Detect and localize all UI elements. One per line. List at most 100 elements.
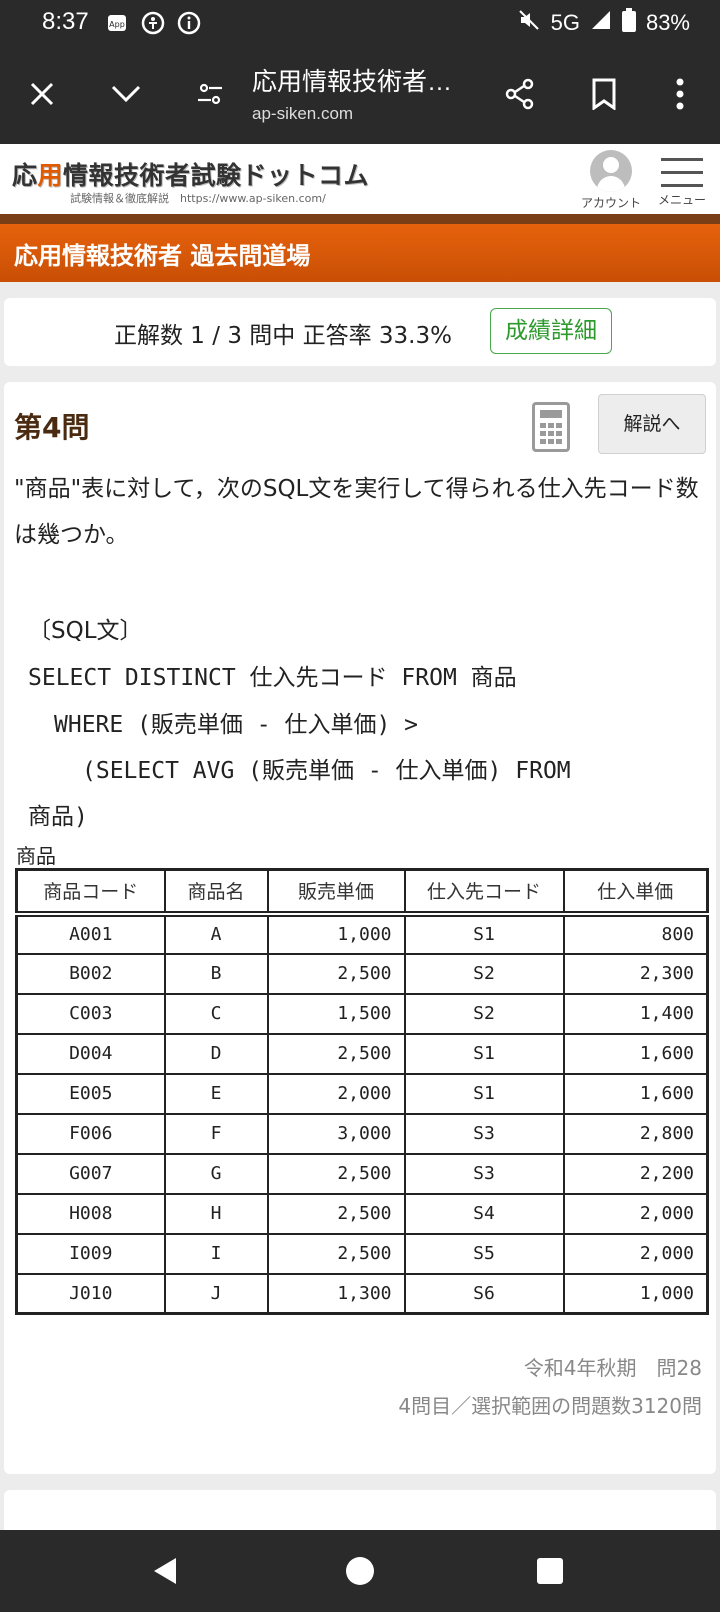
- table-cell: S2: [403, 952, 565, 995]
- info-icon: [176, 10, 202, 36]
- question-range: 4問目／選択範囲の問題数3120問: [398, 1394, 702, 1418]
- more-icon: [676, 78, 684, 110]
- site-logo[interactable]: 応用情報技術者試験ドットコム: [12, 156, 369, 192]
- table-cell: S6: [403, 1272, 565, 1315]
- section-banner[interactable]: 応用情報技術者 過去問道場: [0, 224, 720, 282]
- table-cell: 1,400: [562, 992, 709, 1035]
- site-logo-subtitle: 試験情報＆徹底解説 https://www.ap-siken.com/: [70, 192, 326, 205]
- table-cell: G007: [15, 1152, 166, 1195]
- recents-button[interactable]: [525, 1546, 575, 1596]
- question-text: "商品"表に対して，次のSQL文を実行して得られる仕入先コード数は幾つか。: [14, 476, 699, 548]
- table-cell: H: [163, 1192, 269, 1235]
- table-cell: A: [163, 912, 269, 955]
- menu-button[interactable]: メニュー: [656, 154, 708, 208]
- table-cell: S5: [403, 1232, 565, 1275]
- table-cell: 2,500: [266, 1152, 406, 1195]
- site-header: 応用情報技術者試験ドットコム 試験情報＆徹底解説 https://www.ap-…: [0, 144, 720, 214]
- menu-label: メニュー: [657, 193, 706, 207]
- app-notification-icon: App: [104, 10, 130, 36]
- more-options-button[interactable]: [658, 72, 702, 116]
- table-row: J010 J 1,300 S6 1,000: [15, 1272, 709, 1315]
- question-card: 第4問 解説へ "商品"表に対して，次のSQL文を実行して得られる仕入先コード数…: [4, 382, 716, 1474]
- table-cell: 2,500: [266, 1232, 406, 1275]
- table-cell: C: [163, 992, 269, 1035]
- recents-icon: [537, 1558, 563, 1584]
- table-cell: 2,300: [562, 952, 709, 995]
- status-bar: 8:37 App 5G 83%: [0, 0, 720, 46]
- score-summary: 正解数 1 / 3 問中 正答率 33.3%: [114, 323, 452, 349]
- table-cell: 2,000: [562, 1232, 709, 1275]
- bookmark-button[interactable]: [582, 72, 626, 116]
- table-cell: 2,500: [266, 952, 406, 995]
- table-cell: 1,000: [562, 1272, 709, 1315]
- bookmark-icon: [592, 78, 616, 110]
- browser-toolbar: 応用情報技術者… ap-siken.com: [0, 46, 720, 144]
- hamburger-icon: [661, 158, 703, 187]
- table-cell: I009: [15, 1232, 166, 1275]
- table-row: A001 A 1,000 S1 800: [15, 912, 709, 955]
- question-number: 第4問: [14, 411, 90, 444]
- share-button[interactable]: [498, 72, 542, 116]
- table-cell: 2,000: [266, 1072, 406, 1115]
- table-cell: E: [163, 1072, 269, 1115]
- svg-text:App: App: [109, 20, 125, 29]
- column-header: 仕入単価: [562, 868, 709, 915]
- explanation-button[interactable]: 解説へ: [598, 394, 706, 454]
- score-card: 正解数 1 / 3 問中 正答率 33.3% 成績詳細: [4, 298, 716, 366]
- table-cell: S3: [403, 1112, 565, 1155]
- table-row: C003 C 1,500 S2 1,400: [15, 992, 709, 1035]
- next-card: [4, 1490, 716, 1530]
- table-cell: D: [163, 1032, 269, 1075]
- back-button[interactable]: [140, 1546, 190, 1596]
- column-header: 仕入先コード: [403, 868, 565, 915]
- battery-icon: [621, 8, 636, 38]
- table-cell: S1: [403, 912, 565, 955]
- battery-level: 83%: [645, 10, 690, 35]
- table-cell: 2,500: [266, 1032, 406, 1075]
- close-tab-button[interactable]: [20, 72, 64, 116]
- close-icon: [30, 82, 54, 106]
- tune-icon: [198, 83, 222, 105]
- table-cell: A001: [15, 912, 166, 955]
- table-cell: 1,600: [562, 1032, 709, 1075]
- table-cell: C003: [15, 992, 166, 1035]
- header-divider: [0, 214, 720, 224]
- table-row: B002 B 2,500 S2 2,300: [15, 952, 709, 995]
- site-settings-button[interactable]: [188, 72, 232, 116]
- table-cell: S4: [403, 1192, 565, 1235]
- table-cell: S2: [403, 992, 565, 1035]
- account-button[interactable]: アカウント: [580, 150, 642, 211]
- table-row: G007 G 2,500 S3 2,200: [15, 1152, 709, 1195]
- network-label: 5G: [550, 10, 580, 35]
- table-row: I009 I 2,500 S5 2,000: [15, 1232, 709, 1275]
- page-url[interactable]: ap-siken.com: [252, 104, 353, 124]
- sql-line: SELECT DISTINCT 仕入先コード FROM 商品: [28, 665, 517, 691]
- table-cell: 1,500: [266, 992, 406, 1035]
- table-cell: 2,000: [562, 1192, 709, 1235]
- table-cell: 2,500: [266, 1192, 406, 1235]
- signal-icon: [590, 9, 612, 37]
- sql-line: (SELECT AVG (販売単価 - 仕入単価) FROM: [82, 758, 571, 784]
- minimize-button[interactable]: [104, 72, 148, 116]
- home-button[interactable]: [335, 1546, 385, 1596]
- table-row: F006 F 3,000 S3 2,800: [15, 1112, 709, 1155]
- table-cell: 1,000: [266, 912, 406, 955]
- table-cell: I: [163, 1232, 269, 1275]
- product-table: 商品コード 商品名 販売単価 仕入先コード 仕入単価 A001 A 1,000 S1 8…: [15, 868, 709, 1315]
- table-cell: J010: [15, 1272, 166, 1315]
- navigation-bar: [0, 1530, 720, 1612]
- table-row: D004 D 2,500 S1 1,600: [15, 1032, 709, 1075]
- score-details-button[interactable]: 成績詳細: [490, 308, 612, 354]
- table-cell: S1: [403, 1032, 565, 1075]
- calculator-icon[interactable]: [532, 402, 570, 452]
- sql-heading: 〔SQL文〕: [28, 618, 143, 644]
- back-icon: [154, 1558, 176, 1584]
- table-cell: F006: [15, 1112, 166, 1155]
- table-cell: 1,600: [562, 1072, 709, 1115]
- table-cell: 1,300: [266, 1272, 406, 1315]
- table-cell: S3: [403, 1152, 565, 1195]
- account-icon: [590, 150, 632, 192]
- table-cell: 2,200: [562, 1152, 709, 1195]
- table-cell: 800: [562, 912, 709, 955]
- table-cell: 2,800: [562, 1112, 709, 1155]
